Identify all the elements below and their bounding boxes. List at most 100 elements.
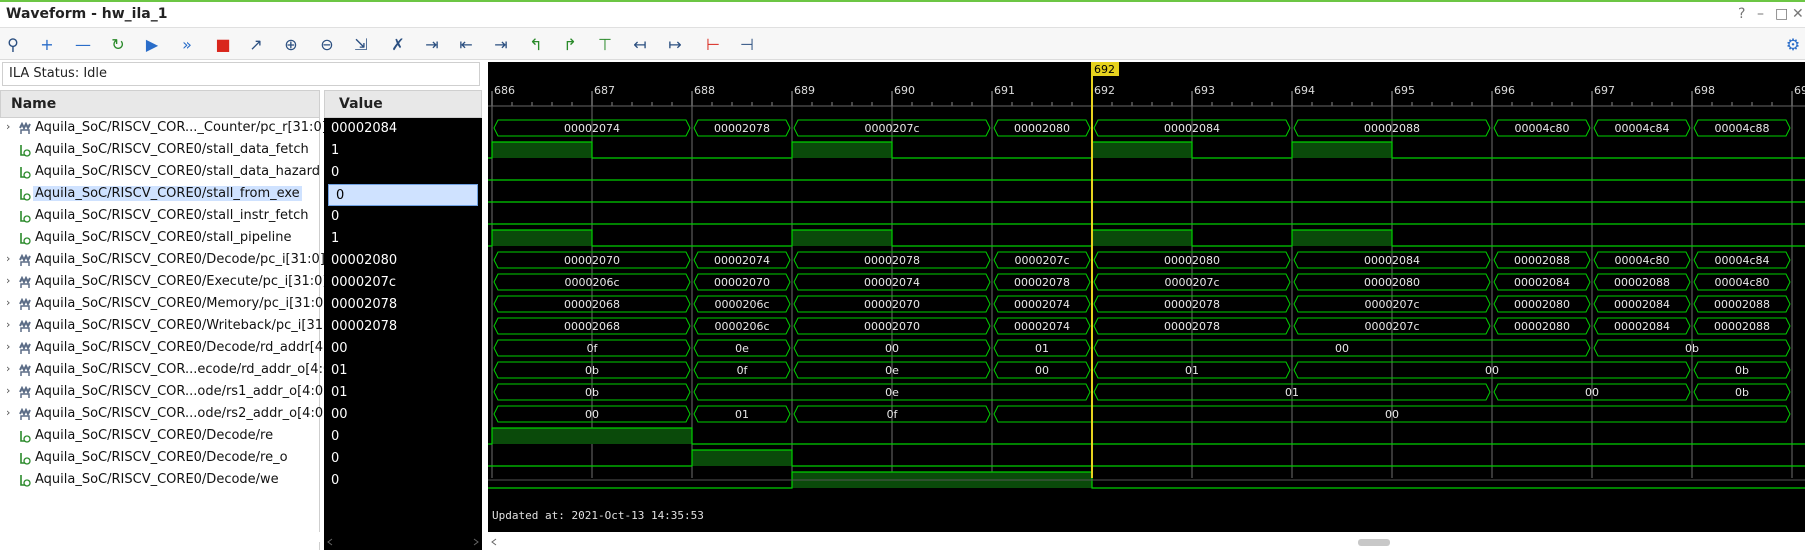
expand-icon[interactable]: › bbox=[6, 120, 10, 133]
prev-marker-icon[interactable]: ↤ bbox=[627, 31, 653, 57]
name-scrollbar[interactable] bbox=[0, 532, 320, 542]
stop-icon[interactable]: ■ bbox=[210, 31, 236, 57]
high-fill bbox=[492, 230, 592, 246]
tick-label: 697 bbox=[1594, 84, 1615, 97]
signal-row[interactable]: › Aquila_SoC/RISCV_COR..._Counter/pc_r[31… bbox=[0, 118, 327, 140]
signal-row[interactable]: Aquila_SoC/RISCV_CORE0/stall_pipeline bbox=[0, 228, 320, 250]
signal-value: 00 bbox=[331, 341, 348, 356]
signal-value: 01 bbox=[331, 363, 348, 378]
swap-icon[interactable]: ⊢ bbox=[700, 31, 726, 57]
zoom-add-icon[interactable]: + bbox=[34, 31, 60, 57]
next-edge-icon[interactable]: ↱ bbox=[557, 31, 583, 57]
search-icon[interactable]: ⚲ bbox=[0, 31, 26, 57]
bus-value-label: 00002084 bbox=[1614, 320, 1670, 333]
expand-icon[interactable]: › bbox=[6, 362, 10, 375]
zoom-fit-icon[interactable]: ⇲ bbox=[348, 31, 374, 57]
expand-icon[interactable]: › bbox=[6, 296, 10, 309]
tick-label: 694 bbox=[1294, 84, 1315, 97]
expand-icon[interactable]: › bbox=[6, 318, 10, 331]
tick-label: 69 bbox=[1794, 84, 1805, 97]
next-marker-icon[interactable]: ↦ bbox=[662, 31, 688, 57]
value-scrollbar[interactable] bbox=[324, 532, 482, 546]
expand-icon[interactable]: › bbox=[6, 274, 10, 287]
tick-label: 698 bbox=[1694, 84, 1715, 97]
run-icon[interactable]: ▶ bbox=[139, 31, 165, 57]
zoom-out-icon[interactable]: ⊖ bbox=[314, 31, 340, 57]
expand-icon[interactable]: › bbox=[6, 384, 10, 397]
signal-row[interactable]: › Aquila_SoC/RISCV_CORE0/Writeback/pc_i[3… bbox=[0, 316, 341, 338]
bus-value-label: 0e bbox=[885, 364, 899, 377]
tick-label: 692 bbox=[1094, 84, 1115, 97]
signal-row[interactable]: Aquila_SoC/RISCV_CORE0/Decode/re_o bbox=[0, 448, 320, 470]
bus-value-label: 01 bbox=[1285, 386, 1299, 399]
run-fast-icon[interactable]: » bbox=[174, 31, 200, 57]
bus-value-label: 00 bbox=[1035, 364, 1049, 377]
expand-icon[interactable]: › bbox=[6, 406, 10, 419]
signal-row[interactable]: › Aquila_SoC/RISCV_CORE0/Decode/rd_addr[4… bbox=[0, 338, 341, 360]
name-column-header[interactable]: Name bbox=[0, 90, 320, 118]
signal-row[interactable]: Aquila_SoC/RISCV_CORE0/stall_data_hazard bbox=[0, 162, 320, 184]
bus-value-label: 00002074 bbox=[564, 122, 620, 135]
restore-icon[interactable]: □ bbox=[1775, 6, 1788, 22]
signal-row[interactable]: Aquila_SoC/RISCV_CORE0/Decode/re bbox=[0, 426, 320, 448]
cursor-icon[interactable]: ✗ bbox=[385, 31, 411, 57]
waveform-canvas[interactable]: 686 687 688 689 690 691 692 693 694 695 696 697 698 6… bbox=[488, 62, 1805, 532]
bus-signal-icon bbox=[19, 297, 31, 311]
zoom-in-icon[interactable]: ⊕ bbox=[278, 31, 304, 57]
value-column-header[interactable]: Value bbox=[324, 90, 482, 118]
bus-value-label: 01 bbox=[1035, 342, 1049, 355]
bus-value-label: 00002078 bbox=[1164, 298, 1220, 311]
bus-value-label: 0000206c bbox=[714, 298, 769, 311]
bus-value-label: 00 bbox=[1585, 386, 1599, 399]
signal-row[interactable]: › Aquila_SoC/RISCV_COR...ode/rs1_addr_o[4… bbox=[0, 382, 328, 404]
expand-icon[interactable]: › bbox=[6, 340, 10, 353]
signal-row[interactable]: › Aquila_SoC/RISCV_CORE0/Memory/pc_i[31:0… bbox=[0, 294, 328, 316]
signal-row[interactable]: Aquila_SoC/RISCV_CORE0/stall_instr_fetch bbox=[0, 206, 320, 228]
signal-row[interactable]: Aquila_SoC/RISCV_CORE0/stall_data_fetch bbox=[0, 140, 320, 162]
bus-value-label: 00002070 bbox=[714, 276, 770, 289]
help-icon[interactable]: ? bbox=[1738, 6, 1745, 22]
signal-value: 00002084 bbox=[331, 121, 398, 136]
bus-value-label: 0000207c bbox=[1164, 276, 1219, 289]
signal-row[interactable]: › Aquila_SoC/RISCV_COR...ode/rs2_addr_o[4… bbox=[0, 404, 328, 426]
delete-marker-icon[interactable]: ⊣ bbox=[734, 31, 760, 57]
high-fill bbox=[1092, 230, 1192, 246]
export-icon[interactable]: ↗ bbox=[243, 31, 269, 57]
tick-label: 691 bbox=[994, 84, 1015, 97]
go-last-icon[interactable]: ⇥ bbox=[488, 31, 514, 57]
bus-value-label: 00002074 bbox=[864, 276, 920, 289]
refresh-icon[interactable]: ↻ bbox=[105, 31, 131, 57]
signal-name: Aquila_SoC/RISCV_CORE0/stall_data_hazard bbox=[35, 164, 321, 179]
waveform-scrollbar[interactable] bbox=[488, 532, 1805, 546]
bus-value-label: 0b bbox=[585, 386, 599, 399]
bus-value-label: 00002088 bbox=[1364, 122, 1420, 135]
expand-icon[interactable]: › bbox=[6, 252, 10, 265]
bus-value-label: 01 bbox=[1185, 364, 1199, 377]
bus-value-label: 0f bbox=[587, 342, 599, 355]
signal-row[interactable]: › Aquila_SoC/RISCV_CORE0/Decode/pc_i[31:0… bbox=[0, 250, 325, 272]
high-fill bbox=[692, 450, 792, 466]
marker-icon[interactable]: ⇥ bbox=[419, 31, 445, 57]
go-first-icon[interactable]: ⇤ bbox=[453, 31, 479, 57]
bus-signal-icon bbox=[19, 407, 31, 421]
signal-row[interactable]: › Aquila_SoC/RISCV_COR...ecode/rd_addr_o[… bbox=[0, 360, 336, 382]
signal-row[interactable]: › Aquila_SoC/RISCV_CORE0/Execute/pc_i[31:… bbox=[0, 272, 328, 294]
settings-icon[interactable]: ⚙ bbox=[1780, 31, 1805, 57]
bit-signal-icon bbox=[19, 188, 31, 201]
bus-value-label: 00004c84 bbox=[1614, 122, 1669, 135]
bus-signal-icon bbox=[19, 275, 31, 289]
minimize-icon[interactable]: – bbox=[1757, 6, 1764, 22]
bus-signal-icon bbox=[19, 121, 31, 135]
add-marker-icon[interactable]: ⊤ bbox=[592, 31, 618, 57]
title-bar: Waveform - hw_ila_1 ? – □ ✕ bbox=[0, 0, 1805, 28]
signal-row[interactable]: Aquila_SoC/RISCV_CORE0/Decode/we bbox=[0, 470, 320, 492]
signal-value: 0 bbox=[331, 209, 340, 224]
high-fill bbox=[1292, 230, 1392, 246]
bus-value-label: 00002068 bbox=[564, 320, 620, 333]
prev-edge-icon[interactable]: ↰ bbox=[523, 31, 549, 57]
high-fill bbox=[792, 230, 892, 246]
tick-label: 686 bbox=[494, 84, 515, 97]
remove-icon[interactable]: — bbox=[70, 31, 96, 57]
close-icon[interactable]: ✕ bbox=[1792, 6, 1804, 22]
signal-row[interactable]: Aquila_SoC/RISCV_CORE0/stall_from_exe bbox=[0, 184, 320, 206]
